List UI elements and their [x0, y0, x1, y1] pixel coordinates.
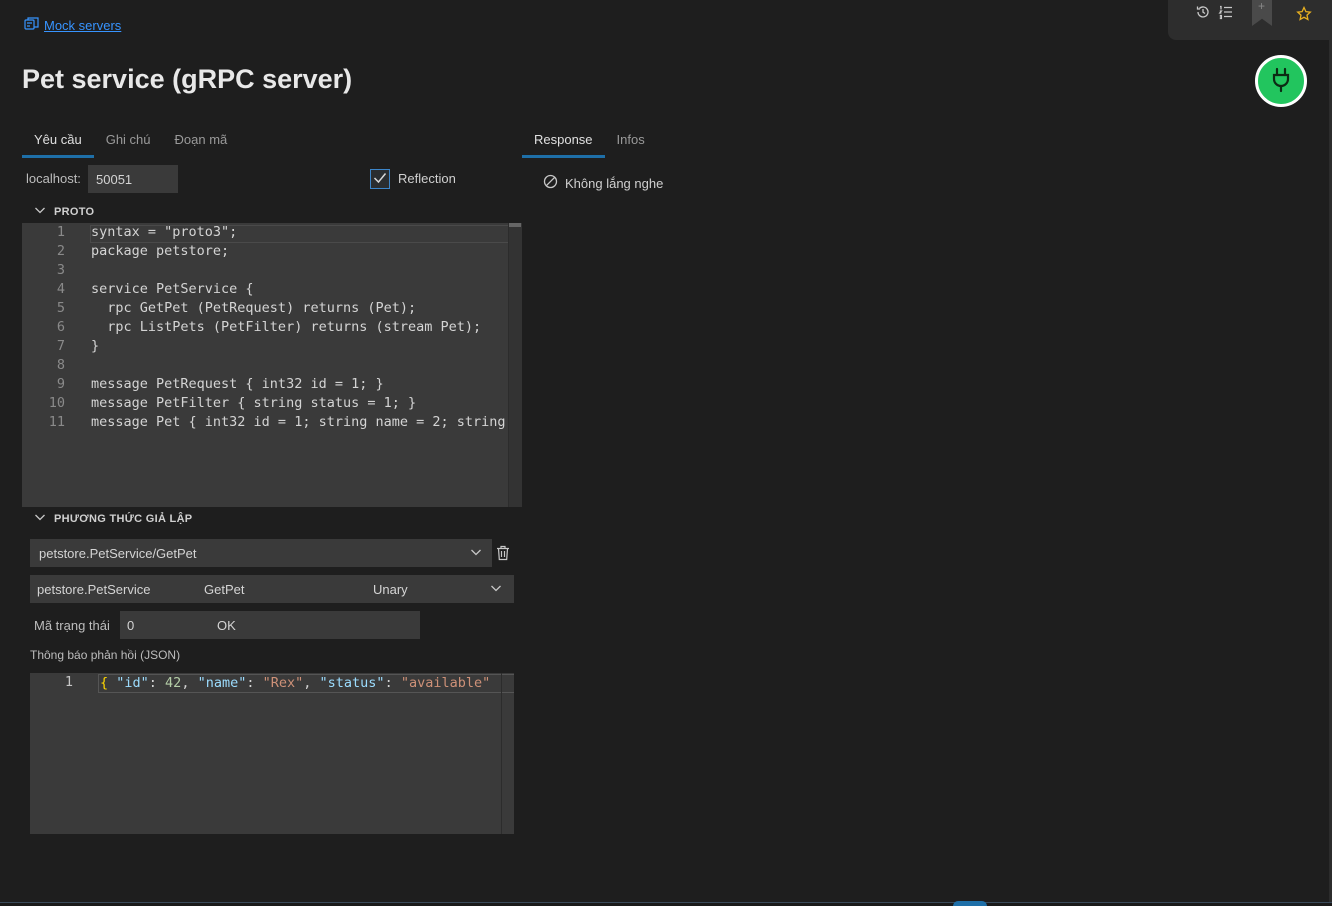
port-input[interactable] [88, 165, 178, 193]
tab-request[interactable]: Yêu cầu [22, 126, 94, 158]
reflection-checkbox[interactable] [370, 169, 390, 189]
code-line: 2 package petstore; [56, 243, 230, 259]
code-line: 7} [56, 338, 100, 354]
chevron-down-icon [34, 205, 46, 218]
server-status-text: Không lắng nghe [565, 175, 664, 191]
response-tabs: Response Infos [522, 126, 657, 158]
methods-section-header[interactable]: PHƯƠNG THỨC GIẢ LẬP [34, 512, 192, 525]
response-message-label: Thông báo phản hồi (JSON) [30, 648, 181, 662]
tab-notes[interactable]: Ghi chú [94, 126, 163, 158]
trash-icon[interactable] [496, 545, 510, 564]
list-ordered-icon[interactable] [1218, 4, 1234, 20]
editor-scrollbar[interactable] [501, 673, 502, 834]
checkmark-icon [373, 172, 387, 187]
method-detail-row[interactable]: petstore.PetService GetPet Unary [30, 575, 514, 603]
json-code-line: { "id": 42, "name": "Rex", "status": "av… [98, 674, 514, 693]
ban-icon [543, 174, 558, 192]
method-service-name: petstore.PetService [37, 582, 151, 597]
star-icon[interactable] [1296, 5, 1312, 22]
proto-section-title: PROTO [54, 205, 95, 218]
status-code-text: OK [217, 618, 236, 633]
host-label: localhost: [26, 171, 81, 186]
code-line: 10 message PetFilter { string status = 1;… [48, 395, 417, 411]
chevron-down-icon [470, 546, 482, 561]
status-code-field[interactable]: 0 OK [120, 611, 420, 639]
code-line: 3 [56, 262, 65, 278]
code-line: 6 rpc ListPets (PetFilter) returns (stre… [56, 319, 482, 335]
line-number: 1 [64, 674, 73, 690]
reflection-label: Reflection [398, 171, 456, 186]
status-code-label: Mã trạng thái [34, 618, 110, 633]
plug-icon [1270, 67, 1292, 96]
history-icon[interactable] [1195, 4, 1211, 20]
page-title: Pet service (gRPC server) [22, 64, 353, 94]
request-tabs: Yêu cầu Ghi chú Đoạn mã [22, 126, 239, 158]
mock-server-icon [24, 17, 40, 34]
method-type: Unary [373, 582, 408, 597]
server-status: Không lắng nghe [543, 174, 663, 192]
method-select-value: petstore.PetService/GetPet [39, 545, 197, 561]
bookmark-icon[interactable]: + [1252, 0, 1272, 26]
top-toolbar: + [1168, 0, 1332, 40]
code-line: 11 message Pet { int32 id = 1; string nam… [48, 414, 506, 430]
proto-editor[interactable]: 1 syntax = "proto3"; 2 package petstore; 3… [22, 223, 522, 507]
code-line: 5 rpc GetPet (PetRequest) returns (Pet); [56, 300, 417, 316]
code-line: 1 syntax = "proto3"; [56, 224, 238, 240]
proto-section-header[interactable]: PROTO [34, 205, 94, 218]
tab-infos[interactable]: Infos [605, 126, 657, 158]
code-line: 8 [56, 357, 65, 373]
window-frame-bottom [0, 902, 1332, 906]
editor-scrollbar[interactable] [508, 223, 522, 507]
method-name: GetPet [204, 582, 245, 597]
methods-section-title: PHƯƠNG THỨC GIẢ LẬP [54, 512, 193, 525]
tab-snippet[interactable]: Đoạn mã [163, 126, 240, 158]
bottom-drag-handle[interactable] [953, 901, 987, 906]
response-json-editor[interactable]: 1 { "id": 42, "name": "Rex", "status": "… [30, 673, 514, 834]
breadcrumb: Mock servers [24, 17, 121, 34]
status-code-value: 0 [127, 618, 135, 633]
scrollbar-thumb[interactable] [509, 223, 521, 227]
code-line: 4 service PetService { [56, 281, 254, 297]
chevron-down-icon [34, 512, 46, 525]
server-power-button[interactable] [1255, 55, 1307, 107]
breadcrumb-link-mock-servers[interactable]: Mock servers [44, 18, 121, 33]
chevron-down-icon [490, 582, 502, 597]
method-select[interactable]: petstore.PetService/GetPet [30, 539, 492, 567]
code-line: 9 message PetRequest { int32 id = 1; } [56, 376, 384, 392]
tab-response[interactable]: Response [522, 126, 605, 158]
